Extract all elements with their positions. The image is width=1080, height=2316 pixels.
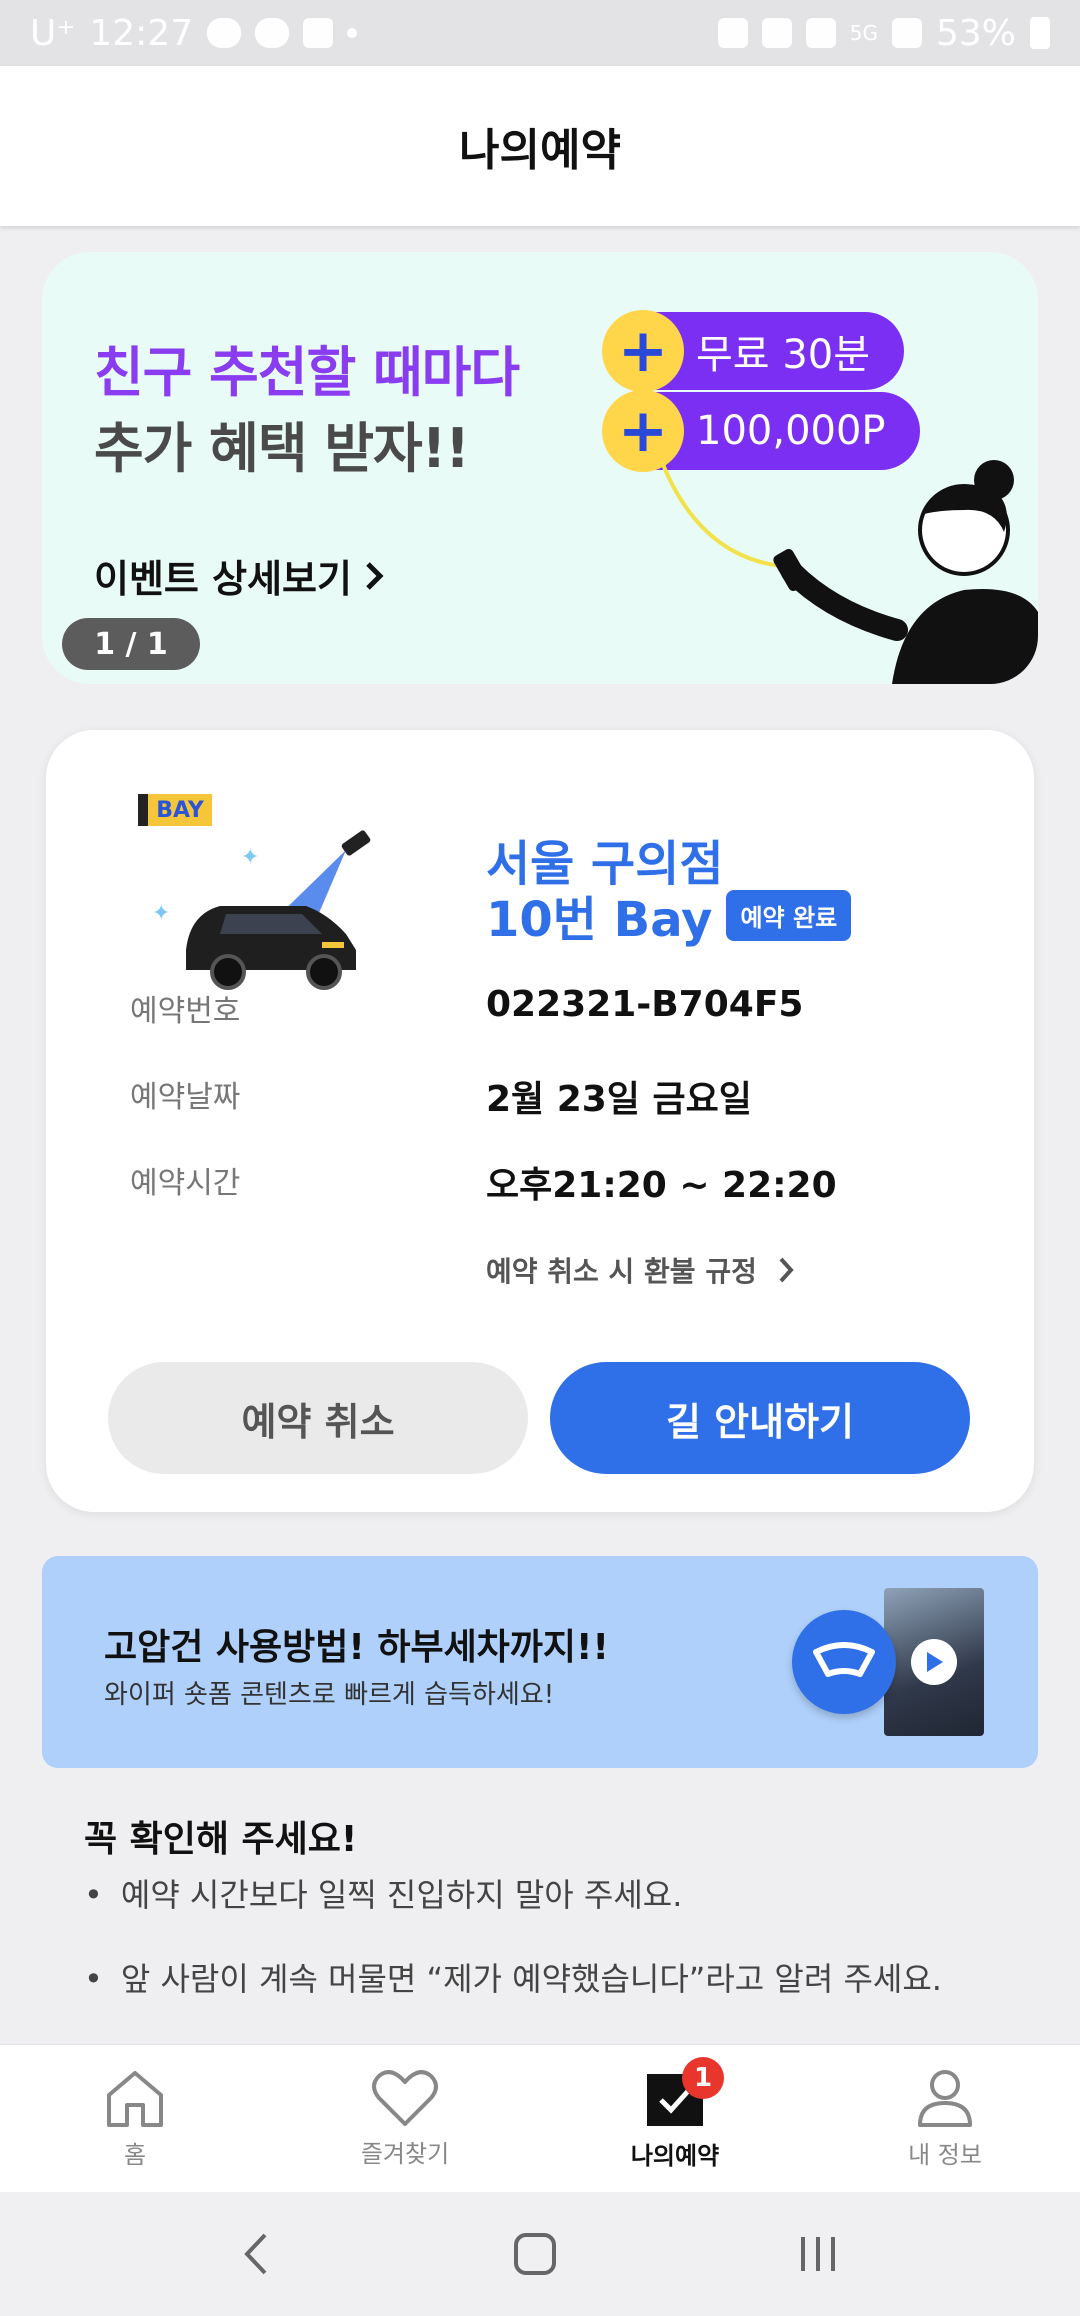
notice-title: 꼭 확인해 주세요!: [84, 1819, 358, 1860]
svg-text:✦: ✦: [241, 845, 259, 870]
plus-icon: +: [602, 310, 684, 392]
alarm-icon: [717, 18, 748, 48]
bluetooth-icon: [761, 18, 792, 48]
banner-pager: 1 / 1: [62, 618, 200, 670]
car-wash-illustration: ✦ ✦: [152, 830, 371, 990]
talk-notification-icon: [207, 18, 242, 48]
cancel-reservation-button[interactable]: 예약 취소: [108, 1362, 528, 1474]
app-notification-icon: [303, 18, 334, 48]
nav-home[interactable]: 홈: [0, 2045, 270, 2192]
message-notification-icon: [255, 18, 290, 48]
refund-policy-link[interactable]: 예약 취소 시 환불 규정: [486, 1250, 795, 1290]
play-icon: [911, 1639, 957, 1685]
system-navigation-bar: [0, 2192, 1080, 2316]
recent-apps-icon[interactable]: [793, 2229, 843, 2279]
bay-number: 10번 Bay: [486, 892, 713, 948]
chevron-right-icon: [779, 1257, 794, 1283]
status-bar: U⁺ 12:27 5G 53%: [0, 0, 1080, 66]
reservation-date-label: 예약날짜: [130, 1080, 241, 1115]
tutorial-promo-banner[interactable]: 고압건 사용방법! 하부세차까지!! 와이퍼 숏폼 콘텐츠로 빠르게 습득하세요…: [42, 1556, 1038, 1768]
video-thumbnail[interactable]: [884, 1588, 984, 1736]
heart-icon: [372, 2070, 438, 2126]
nav-my-reservations[interactable]: 1 나의예약: [540, 2045, 810, 2192]
reservation-time-value: 오후21:20 ~ 22:20: [486, 1165, 837, 1206]
banner-subheadline: 추가 혜택 받자!!: [94, 417, 470, 480]
battery-icon: [1030, 17, 1050, 49]
back-icon[interactable]: [237, 2229, 277, 2279]
nav-favorites[interactable]: 즐겨찾기: [270, 2045, 540, 2192]
home-icon: [107, 2071, 163, 2127]
nav-my-info[interactable]: 내 정보: [810, 2045, 1080, 2192]
bottom-navigation: 홈 즐겨찾기 1 나의예약 내 정보: [0, 2044, 1080, 2192]
mute-icon: [805, 18, 836, 48]
promo-title: 고압건 사용방법! 하부세차까지!!: [104, 1627, 609, 1668]
event-detail-link[interactable]: 이벤트 상세보기: [94, 548, 386, 603]
home-square-icon[interactable]: [510, 2229, 560, 2279]
notice-item: • 예약 시간보다 일찍 진입하지 말아 주세요.: [84, 1876, 683, 1914]
page-title: 나의예약: [459, 125, 621, 176]
more-notifications-icon: [347, 28, 358, 38]
person-icon: [918, 2070, 972, 2127]
battery-percent: 53%: [935, 12, 1016, 54]
free-time-pill: + 무료 30분: [602, 310, 905, 392]
event-banner[interactable]: 친구 추천할 때마다 추가 혜택 받자!! + 무료 30분 + 100,000…: [42, 252, 1038, 684]
woman-with-phone-illustration: [660, 460, 1038, 684]
reservation-card: BAY ✦ ✦ 서울 구의점 10번 Bay 예약 완료 예약번호 022321…: [46, 730, 1034, 1512]
status-badge: 예약 완료: [726, 889, 852, 941]
signal-icon: [891, 18, 922, 48]
carrier-label: U⁺: [30, 12, 76, 54]
svg-text:✦: ✦: [152, 901, 170, 926]
reservation-number-label: 예약번호: [130, 994, 241, 1029]
promo-subtitle: 와이퍼 숏폼 콘텐츠로 빠르게 습득하세요!: [104, 1680, 555, 1710]
chevron-right-icon: [366, 561, 384, 590]
app-header: 나의예약: [0, 66, 1080, 226]
notice-item: • 앞 사람이 계속 머물면 “제가 예약했습니다”라고 알려 주세요.: [84, 1960, 942, 1998]
reservation-date-value: 2월 23일 금요일: [486, 1079, 752, 1120]
network-type: 5G: [849, 21, 878, 45]
notification-badge: 1: [682, 2057, 724, 2099]
navigate-button[interactable]: 길 안내하기: [550, 1362, 970, 1474]
banner-headline: 친구 추천할 때마다: [94, 341, 520, 404]
reservation-time-label: 예약시간: [130, 1166, 241, 1201]
clock: 12:27: [89, 12, 194, 54]
wiper-logo-icon: [792, 1610, 896, 1714]
bay-row: 10번 Bay 예약 완료: [486, 880, 852, 950]
reservation-number-value: 022321-B704F5: [486, 984, 804, 1025]
